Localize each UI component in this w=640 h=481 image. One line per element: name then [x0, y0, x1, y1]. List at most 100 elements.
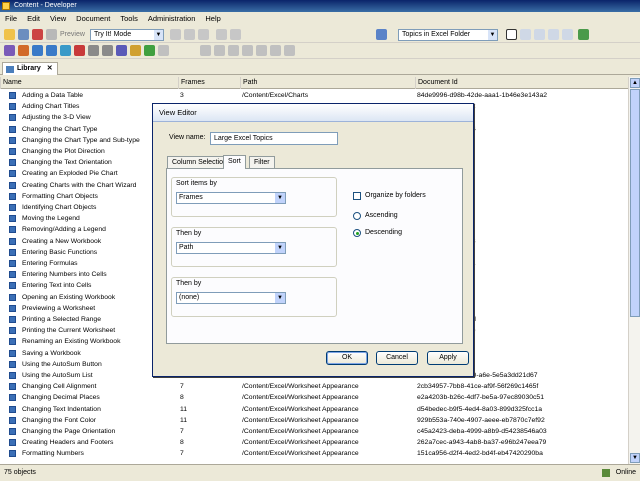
preview-button[interactable]: Preview: [60, 29, 85, 41]
record-icon[interactable]: [18, 45, 29, 56]
link-icon[interactable]: [88, 45, 99, 56]
cell-document-id: 84de9996-d98b-42de-aaa1-1b46e3e143a2: [417, 92, 548, 99]
properties-icon[interactable]: [60, 45, 71, 56]
ok-button[interactable]: OK: [326, 351, 368, 365]
open-icon[interactable]: [4, 29, 15, 40]
table-row[interactable]: Changing Decimal Places 8/Content/Excel/W…: [0, 392, 628, 403]
print-icon[interactable]: [46, 29, 57, 40]
topic-icon: [9, 316, 16, 323]
scroll-up-icon[interactable]: ▲: [630, 78, 640, 88]
cell-path: /Content/Excel/Worksheet Appearance: [242, 428, 359, 435]
organize-by-folders-checkbox[interactable]: [353, 192, 361, 200]
stop-icon[interactable]: [74, 45, 85, 56]
cell-frames: 7: [180, 383, 184, 391]
folder-select[interactable]: Topics in Excel Folder ▼: [398, 29, 498, 41]
table-row[interactable]: Formatting Numbers 7/Content/Excel/Worksh…: [0, 448, 628, 459]
tree-view-icon[interactable]: [534, 29, 545, 40]
table-row[interactable]: Changing the Page Orientation 7/Content/E…: [0, 426, 628, 437]
topic-icon: [9, 293, 16, 301]
title-bar: Content - Developer: [0, 0, 640, 12]
column-header-name[interactable]: Name: [0, 77, 178, 89]
checkin-icon[interactable]: [32, 45, 43, 56]
expand-icon[interactable]: [256, 45, 267, 56]
mode-select[interactable]: Try It! Mode ▼: [90, 29, 164, 41]
organize-by-folders-label: Organize by folders: [365, 192, 426, 199]
move-down-icon[interactable]: [214, 45, 225, 56]
bookmark-icon[interactable]: [284, 45, 295, 56]
table-row[interactable]: Adding a Data Table 3/Content/Excel/Chart…: [0, 90, 628, 101]
topic-icon: [9, 248, 16, 256]
menu-administration[interactable]: Administration: [143, 12, 201, 26]
sort-tab-panel: Sort items by Frames ▼ Then by Path ▼ Th…: [166, 168, 463, 344]
descending-radio[interactable]: [353, 229, 361, 237]
menu-document[interactable]: Document: [71, 12, 115, 26]
undo-icon[interactable]: [216, 29, 227, 40]
table-row[interactable]: Changing the Font Color 11/Content/Excel/…: [0, 415, 628, 426]
table-row[interactable]: Changing Cell Alignment 7/Content/Excel/W…: [0, 381, 628, 392]
then-by-2-select[interactable]: (none) ▼: [176, 292, 286, 304]
view-name-input[interactable]: Large Excel Topics: [210, 132, 338, 145]
tab-sort[interactable]: Sort: [223, 155, 246, 169]
save-icon[interactable]: [18, 29, 29, 40]
table-row[interactable]: Creating Headers and Footers 8/Content/Ex…: [0, 437, 628, 448]
secondary-toolbar: [0, 43, 640, 59]
menu-file[interactable]: File: [0, 12, 22, 26]
list-view-icon[interactable]: [520, 29, 531, 40]
ascending-label: Ascending: [365, 212, 398, 219]
cell-path: /Content/Excel/Worksheet Appearance: [242, 383, 359, 391]
then-by-1-select[interactable]: Path ▼: [176, 242, 286, 254]
collapse-icon[interactable]: [270, 45, 281, 56]
then-by-1-label: Then by: [176, 230, 202, 237]
cut-icon[interactable]: [170, 29, 181, 40]
topic-icon: [9, 204, 16, 211]
sort-items-by-value: Frames: [179, 194, 203, 201]
redo-icon[interactable]: [230, 29, 241, 40]
move-up-icon[interactable]: [200, 45, 211, 56]
menu-tools[interactable]: Tools: [115, 12, 143, 26]
chevron-down-icon: ▼: [275, 243, 285, 253]
menu-help[interactable]: Help: [200, 12, 225, 26]
publish-icon[interactable]: [4, 45, 15, 56]
sort-items-by-select[interactable]: Frames ▼: [176, 192, 286, 204]
outdent-icon[interactable]: [242, 45, 253, 56]
then-by-1-value: Path: [179, 244, 194, 251]
cell-name: Creating Headers and Footers: [22, 439, 114, 447]
section-icon[interactable]: [130, 45, 141, 56]
object-count: 75 objects: [4, 469, 36, 476]
vertical-scrollbar[interactable]: ▲ ▼: [628, 77, 640, 464]
refresh-icon[interactable]: [578, 29, 589, 40]
glossary-icon[interactable]: [158, 45, 169, 56]
indent-icon[interactable]: [228, 45, 239, 56]
package-icon[interactable]: [102, 45, 113, 56]
delete-icon[interactable]: [32, 29, 43, 40]
sort-items-by-label: Sort items by: [176, 180, 217, 187]
column-header-document-id[interactable]: Document Id: [415, 77, 628, 89]
help-icon[interactable]: [376, 29, 387, 40]
topic-icon[interactable]: [144, 45, 155, 56]
copy-icon[interactable]: [184, 29, 195, 40]
apply-button[interactable]: Apply: [427, 351, 469, 365]
module-icon[interactable]: [116, 45, 127, 56]
menu-view[interactable]: View: [45, 12, 71, 26]
filter-icon[interactable]: [548, 29, 559, 40]
topic-icon: [9, 450, 16, 458]
close-icon[interactable]: ✕: [47, 65, 53, 72]
ascending-radio[interactable]: [353, 212, 361, 220]
sort-icon[interactable]: [562, 29, 573, 40]
chevron-down-icon: ▼: [275, 193, 285, 203]
paste-icon[interactable]: [198, 29, 209, 40]
column-header-frames[interactable]: Frames: [178, 77, 240, 89]
cancel-button[interactable]: Cancel: [376, 351, 418, 365]
topic-icon: [9, 416, 16, 424]
tab-library[interactable]: Library ✕: [2, 62, 58, 75]
menu-edit[interactable]: Edit: [22, 12, 45, 26]
cell-frames: 3: [180, 92, 184, 99]
details-view-icon[interactable]: [506, 29, 517, 40]
topic-icon: [9, 338, 16, 346]
topic-icon: [9, 304, 16, 312]
scroll-down-icon[interactable]: ▼: [630, 453, 640, 463]
table-row[interactable]: Changing Text Indentation 11/Content/Exce…: [0, 404, 628, 415]
column-header-path[interactable]: Path: [240, 77, 415, 89]
checkout-icon[interactable]: [46, 45, 57, 56]
scroll-thumb[interactable]: [630, 89, 640, 317]
